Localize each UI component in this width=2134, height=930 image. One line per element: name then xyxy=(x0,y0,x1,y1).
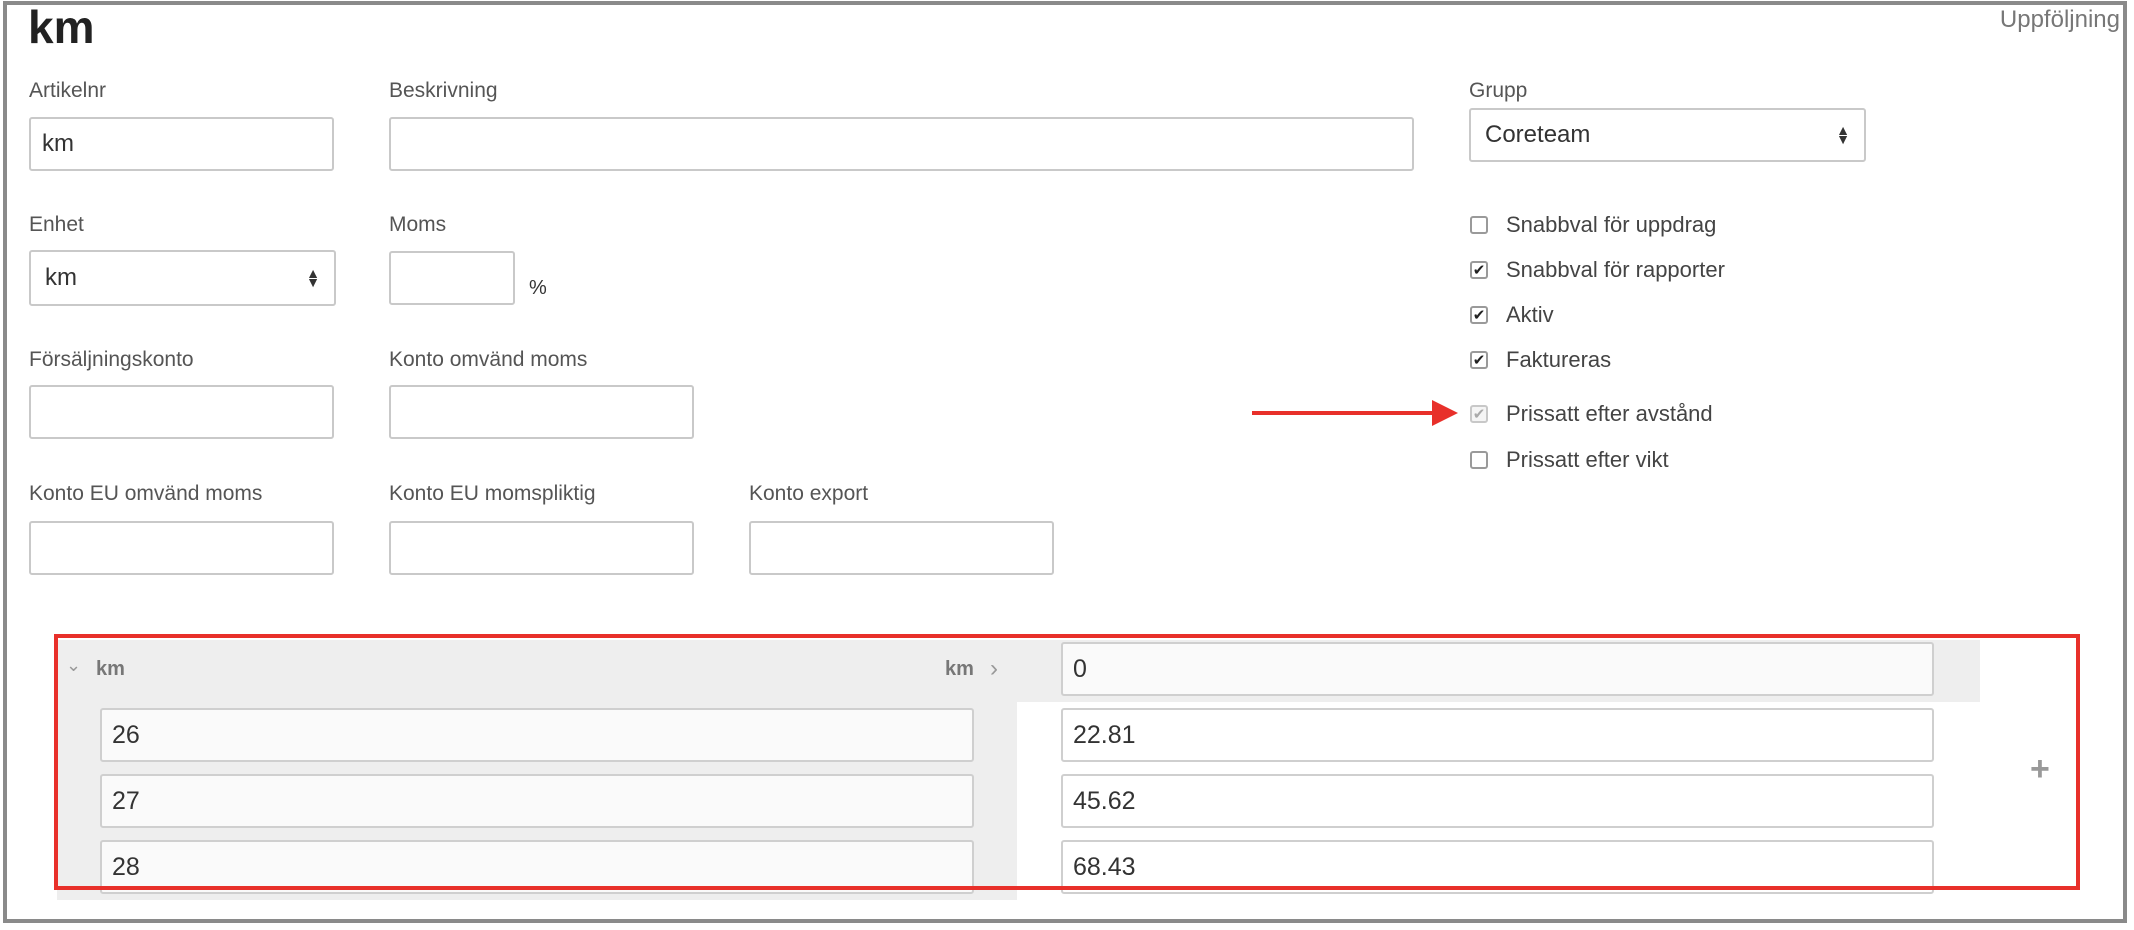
followup-link[interactable]: Uppföljning xyxy=(2000,6,2120,34)
checkbox-active[interactable]: ✔ Aktiv xyxy=(1470,302,1554,328)
group-select[interactable]: Coreteam ▲ ▼ xyxy=(1469,108,1866,162)
sales-account-input[interactable] xyxy=(29,385,334,439)
checkmark-icon[interactable]: ✔ xyxy=(1470,261,1488,279)
annotation-highlight-box xyxy=(54,634,2080,890)
annotation-arrow-head xyxy=(1432,400,1458,426)
checkmark-icon[interactable]: ✔ xyxy=(1470,351,1488,369)
unit-label: Enhet xyxy=(29,213,84,236)
checkbox-label: Prissatt efter vikt xyxy=(1506,447,1669,472)
eu-vat-account-input[interactable] xyxy=(389,521,694,575)
checkbox-priced-by-distance[interactable]: ✔ Prissatt efter avstånd xyxy=(1470,401,1713,427)
unit-select[interactable]: km ▲ ▼ xyxy=(29,250,336,306)
article-no-input[interactable]: km xyxy=(29,117,334,171)
unit-selected: km xyxy=(45,264,77,291)
eu-reverse-vat-account-label: Konto EU omvänd moms xyxy=(29,482,263,505)
vat-percent-suffix: % xyxy=(529,277,547,299)
description-input[interactable] xyxy=(389,117,1414,171)
up-down-caret-icon: ▲ ▼ xyxy=(1836,122,1850,147)
article-no-label: Artikelnr xyxy=(29,79,107,102)
checkbox-priced-by-weight[interactable]: Prissatt efter vikt xyxy=(1470,447,1669,473)
reverse-vat-account-label: Konto omvänd moms xyxy=(389,348,588,371)
export-account-label: Konto export xyxy=(749,482,869,505)
vat-input[interactable] xyxy=(389,251,515,305)
eu-vat-account-label: Konto EU momspliktig xyxy=(389,482,596,505)
checkmark-icon[interactable]: ✔ xyxy=(1470,405,1488,423)
eu-reverse-vat-account-input[interactable] xyxy=(29,521,334,575)
page-title: km xyxy=(28,1,95,53)
up-down-caret-icon: ▲ ▼ xyxy=(306,265,320,290)
group-label: Grupp xyxy=(1469,79,1528,102)
article-no-value: km xyxy=(42,130,74,157)
checkbox-label: Snabbval för rapporter xyxy=(1506,257,1725,282)
checkbox-label: Snabbval för uppdrag xyxy=(1506,212,1717,237)
checkbox-invoiced[interactable]: ✔ Faktureras xyxy=(1470,347,1611,373)
checkbox-label: Aktiv xyxy=(1506,302,1554,327)
export-account-input[interactable] xyxy=(749,521,1054,575)
checkbox-label: Faktureras xyxy=(1506,347,1612,372)
checkbox-quick-select-reports[interactable]: ✔ Snabbval för rapporter xyxy=(1470,257,1725,283)
checkbox-box[interactable] xyxy=(1470,216,1488,234)
sales-account-label: Försäljningskonto xyxy=(29,348,194,371)
description-label: Beskrivning xyxy=(389,79,498,102)
reverse-vat-account-input[interactable] xyxy=(389,385,694,439)
annotation-arrow-shaft xyxy=(1252,411,1442,415)
checkbox-quick-select-assignments[interactable]: Snabbval för uppdrag xyxy=(1470,212,1716,238)
checkbox-label: Prissatt efter avstånd xyxy=(1506,401,1713,426)
group-selected: Coreteam xyxy=(1485,121,1591,148)
checkbox-box[interactable] xyxy=(1470,451,1488,469)
vat-label: Moms xyxy=(389,213,447,236)
checkmark-icon[interactable]: ✔ xyxy=(1470,306,1488,324)
